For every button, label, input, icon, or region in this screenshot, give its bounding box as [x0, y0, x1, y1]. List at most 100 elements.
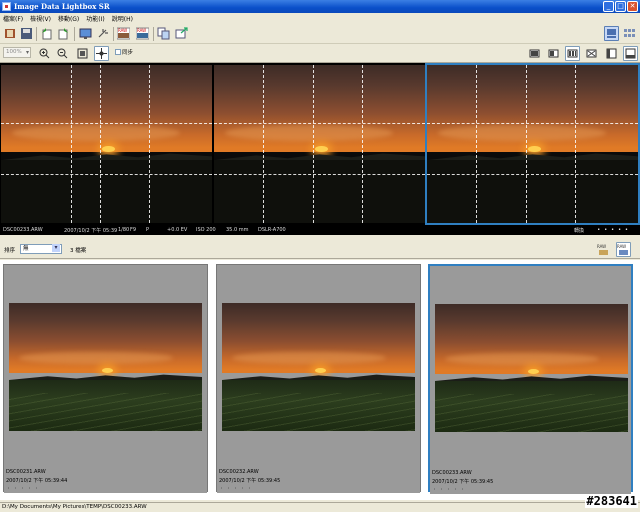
move-icon	[96, 48, 107, 59]
sync-checkbox-label: 同步	[122, 50, 134, 56]
raw-icon: RAW	[117, 27, 130, 40]
status-bar: D:\My Documents\My Pictures\TEMP\DSC0023…	[0, 502, 640, 512]
grid-icon	[624, 29, 635, 37]
info-ev: +0.0 EV	[167, 227, 188, 233]
panel-bottom-button[interactable]	[623, 46, 638, 61]
sync-checkbox[interactable]	[115, 49, 121, 55]
raw-filter-button[interactable]: RAW	[597, 243, 610, 256]
info-camera: DSLR-A700	[258, 227, 286, 233]
open-folder-button[interactable]	[4, 27, 17, 40]
save-button[interactable]	[20, 27, 33, 40]
preview-pane-2[interactable]	[214, 65, 425, 223]
toolbar-separator	[36, 27, 37, 41]
zoom-select[interactable]: 100%	[3, 47, 31, 58]
layout-2-button[interactable]	[547, 47, 560, 60]
raw-batch-button[interactable]: RAW	[136, 27, 149, 40]
sync-label[interactable]: 轉換	[574, 227, 584, 234]
raw-convert-button[interactable]: RAW	[117, 27, 130, 40]
fit-button[interactable]	[76, 47, 89, 60]
raw-filter-icon: RAW	[597, 244, 608, 255]
menu-view[interactable]: 檢視(V)	[30, 14, 51, 23]
rotate-right-icon	[58, 28, 68, 40]
monitor-icon	[79, 28, 92, 39]
slideshow-button[interactable]	[79, 27, 92, 40]
thumbnail-rating[interactable]: ・・・・・	[219, 485, 254, 492]
svg-text:RAW: RAW	[118, 28, 127, 33]
thumbnail-datetime: 2007/10/2 下午 05:39:45	[432, 479, 494, 485]
compare-button[interactable]	[96, 27, 109, 40]
menu-bar: 檔案(F) 檢視(V) 移動(G) 功能(I) 說明(H)	[0, 13, 640, 24]
disk-icon	[21, 28, 32, 39]
rotate-right-button[interactable]	[57, 27, 70, 40]
thumbnail-card-selected[interactable]: DSC00233.ARW 2007/10/2 下午 05:39:45 ・・・・・	[428, 264, 633, 494]
thumbnail-rating[interactable]: ・・・・・	[6, 485, 41, 492]
preview-pane-3[interactable]	[425, 63, 640, 225]
panel-left-button[interactable]	[605, 47, 618, 60]
rotate-left-button[interactable]	[40, 27, 53, 40]
toolbar-separator	[113, 27, 114, 41]
svg-text:RAW: RAW	[597, 244, 606, 249]
menu-move[interactable]: 移動(G)	[58, 14, 79, 23]
layout-split-icon	[548, 49, 559, 58]
zoom-in-icon	[39, 48, 50, 59]
export-icon	[175, 27, 188, 39]
thumbnail-filename: DSC00231.ARW	[6, 469, 46, 475]
sort-select[interactable]: 無	[20, 244, 62, 254]
thumbnail-card[interactable]: DSC00231.ARW 2007/10/2 下午 05:39:44 ・・・・・	[3, 264, 208, 493]
info-aperture: F9	[130, 227, 137, 233]
thumbnail-datetime: 2007/10/2 下午 05:39:44	[6, 478, 68, 484]
preview-image	[427, 65, 638, 223]
thumbnail-datetime: 2007/10/2 下午 05:39:45	[219, 478, 281, 484]
raw-jpeg-filter-button[interactable]: RAW	[616, 242, 631, 257]
grid-mode-button[interactable]	[623, 27, 636, 40]
exif-info-strip: DSC00233.ARW 2007/10/2 下午 05:39 1/80 F9 …	[0, 225, 640, 235]
close-button[interactable]: ✕	[627, 1, 638, 12]
preview-mode-button[interactable]	[604, 26, 619, 41]
sort-label: 排序	[4, 248, 16, 254]
page-dots[interactable]: •••••	[597, 227, 632, 233]
copy-button[interactable]	[157, 27, 170, 40]
info-shutter: 1/80	[118, 227, 130, 233]
export-button[interactable]	[175, 27, 188, 40]
thumbnail-toolbar: 排序 無 3 檔案 RAW RAW	[0, 240, 640, 259]
layout-single-icon	[529, 49, 540, 58]
thumbnail-filename: DSC00233.ARW	[432, 470, 472, 476]
window-title: Image Data Lightbox SR	[14, 2, 110, 11]
toolbar-separator	[74, 27, 75, 41]
raw-batch-icon: RAW	[136, 27, 149, 40]
layout-triple-icon	[567, 49, 578, 58]
pan-button[interactable]	[94, 46, 109, 61]
layout-4-button[interactable]	[585, 47, 598, 60]
layout-1-button[interactable]	[528, 47, 541, 60]
thumbnail-card[interactable]: DSC00232.ARW 2007/10/2 下午 05:39:45 ・・・・・	[216, 264, 421, 493]
info-focal: 35.0 mm	[226, 227, 249, 233]
preview-pane-1[interactable]	[1, 65, 212, 223]
thumbnail-image	[222, 303, 415, 431]
preview-mode-icon	[607, 29, 616, 38]
zoom-in-button[interactable]	[38, 47, 51, 60]
info-datetime: 2007/10/2 下午 05:39	[64, 228, 118, 234]
info-program: P	[146, 227, 150, 233]
menu-help[interactable]: 說明(H)	[112, 14, 133, 23]
maximize-button[interactable]: □	[615, 1, 626, 12]
fit-icon	[77, 48, 88, 59]
panel-icon	[606, 48, 617, 59]
menu-file[interactable]: 檔案(F)	[3, 14, 23, 23]
status-path: D:\My Documents\My Pictures\TEMP\DSC0023…	[2, 504, 147, 510]
layout-3-button[interactable]	[565, 46, 580, 61]
svg-text:RAW: RAW	[617, 244, 626, 249]
menu-function[interactable]: 功能(I)	[86, 14, 104, 23]
thumbnail-rating[interactable]: ・・・・・	[432, 486, 467, 493]
thumbnail-image	[435, 304, 628, 432]
svg-text:RAW: RAW	[137, 28, 146, 33]
app-icon	[2, 2, 11, 11]
thumbnail-image	[9, 303, 202, 431]
minimize-button[interactable]: _	[603, 1, 614, 12]
zoom-out-button[interactable]	[56, 47, 69, 60]
layout-quad-icon	[586, 49, 597, 58]
sparkle-icon	[98, 29, 108, 38]
info-filename: DSC00233.ARW	[3, 227, 43, 233]
toolbar-separator	[153, 27, 154, 41]
watermark: #283641	[585, 494, 638, 508]
preview-image	[214, 65, 425, 223]
